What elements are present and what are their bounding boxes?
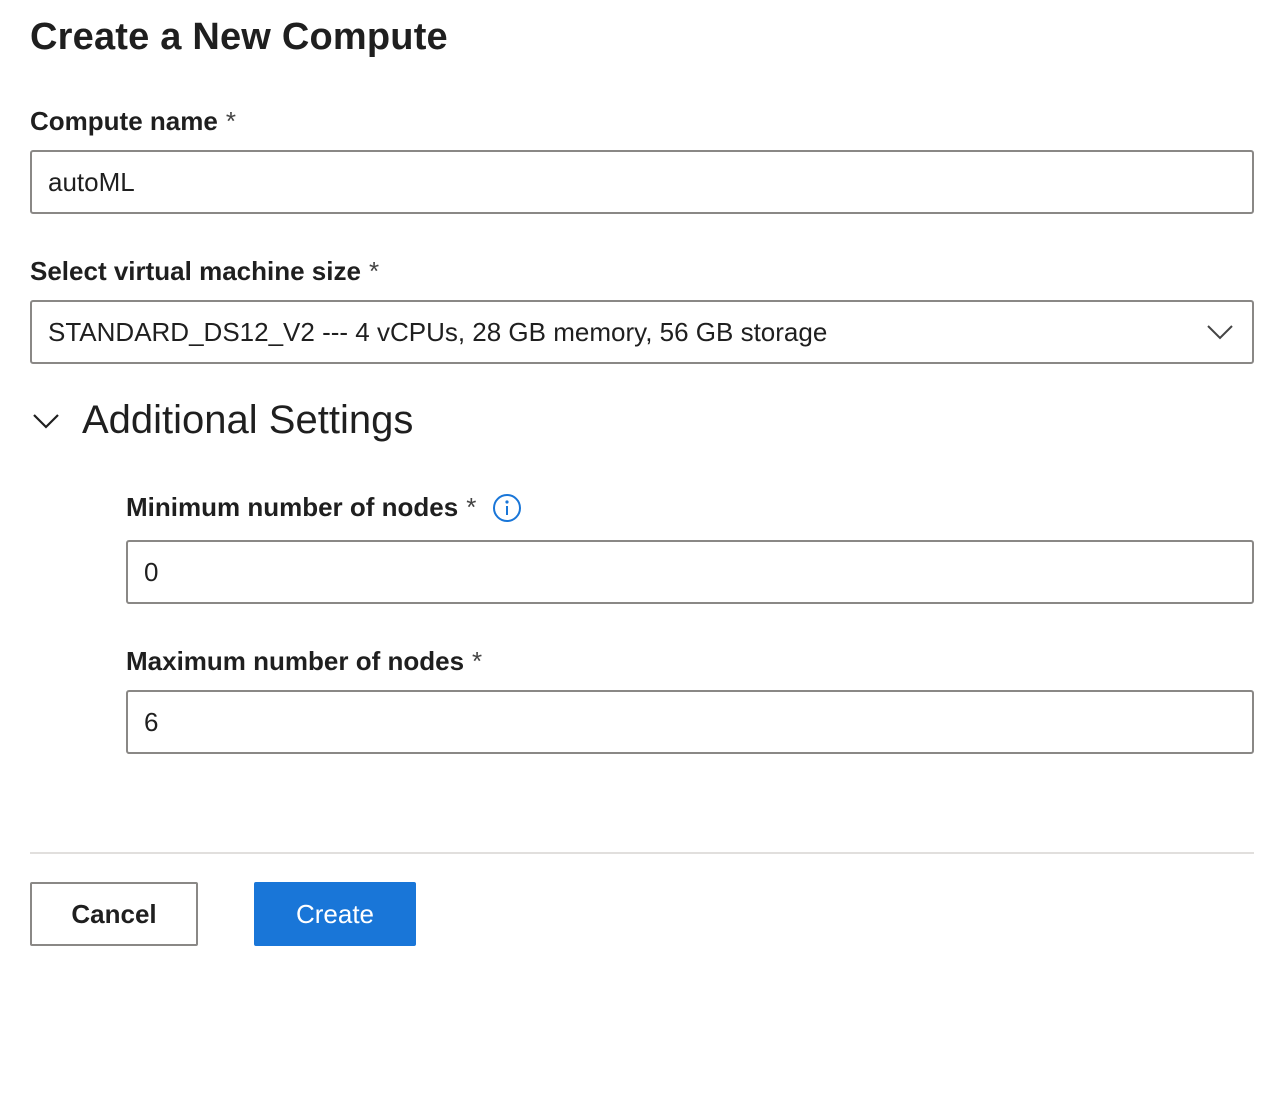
- max-nodes-label-text: Maximum number of nodes: [126, 646, 465, 676]
- compute-name-input[interactable]: [48, 166, 1236, 198]
- chevron-down-icon: [30, 405, 62, 437]
- info-icon[interactable]: [492, 493, 522, 523]
- max-nodes-label: Maximum number of nodes *: [126, 646, 482, 677]
- max-nodes-input[interactable]: [144, 706, 1236, 738]
- vm-size-dropdown[interactable]: STANDARD_DS12_V2 --- 4 vCPUs, 28 GB memo…: [30, 300, 1254, 364]
- min-nodes-label: Minimum number of nodes *: [126, 492, 522, 523]
- additional-settings-toggle[interactable]: Additional Settings: [30, 398, 413, 443]
- vm-size-label-text: Select virtual machine size: [30, 256, 361, 286]
- compute-name-label: Compute name *: [30, 106, 236, 137]
- create-button[interactable]: Create: [254, 882, 416, 946]
- required-mark: *: [466, 492, 477, 522]
- compute-name-label-text: Compute name: [30, 106, 218, 136]
- footer-divider: [30, 852, 1254, 854]
- create-compute-dialog: Create a New Compute Compute name * Sele…: [0, 0, 1286, 1108]
- max-nodes-field[interactable]: [126, 690, 1254, 754]
- additional-settings-title: Additional Settings: [82, 398, 414, 442]
- compute-name-field[interactable]: [30, 150, 1254, 214]
- page-title: Create a New Compute: [30, 16, 448, 58]
- required-mark: *: [472, 646, 483, 676]
- min-nodes-field[interactable]: [126, 540, 1254, 604]
- min-nodes-input[interactable]: [144, 556, 1236, 588]
- vm-size-label: Select virtual machine size *: [30, 256, 379, 287]
- chevron-down-icon: [1204, 316, 1236, 348]
- vm-size-selected-value: STANDARD_DS12_V2 --- 4 vCPUs, 28 GB memo…: [48, 316, 828, 347]
- min-nodes-label-text: Minimum number of nodes: [126, 492, 459, 522]
- required-mark: *: [368, 256, 380, 286]
- required-mark: *: [225, 106, 236, 136]
- cancel-button[interactable]: Cancel: [30, 882, 198, 946]
